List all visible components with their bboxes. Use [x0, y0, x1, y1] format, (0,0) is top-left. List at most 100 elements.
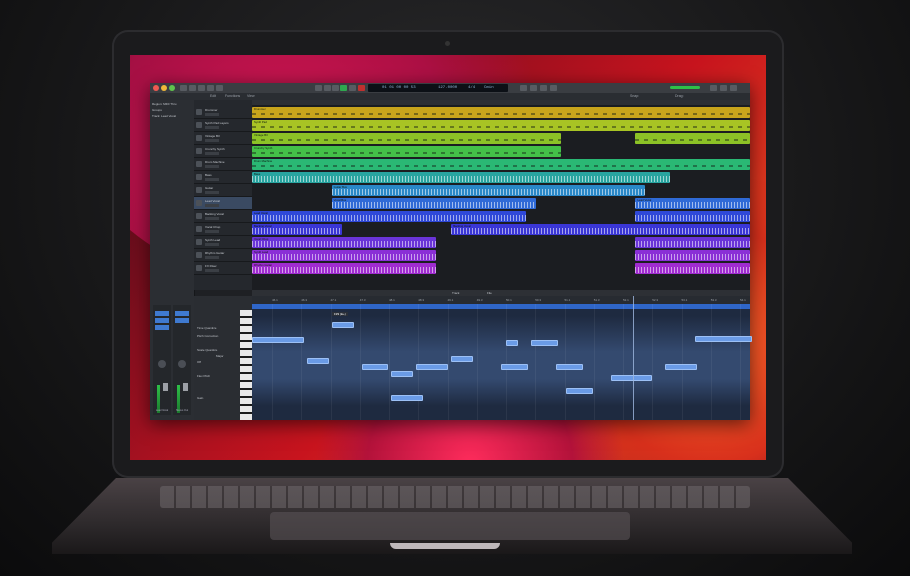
scale-off-value[interactable]: Off	[197, 360, 201, 364]
pitch-note[interactable]	[505, 340, 518, 346]
pitch-note[interactable]	[665, 363, 698, 370]
loop-browser-button[interactable]	[720, 85, 727, 91]
mute-solo-buttons[interactable]	[205, 204, 219, 207]
tuner-button[interactable]	[520, 85, 527, 91]
notepad-button[interactable]	[710, 85, 717, 91]
track-region[interactable]	[635, 237, 750, 248]
inspector-track-row[interactable]: Track: Lead Vocal	[152, 114, 192, 118]
track-header[interactable]: Guitar	[194, 184, 252, 197]
plugin-slot[interactable]	[155, 325, 169, 330]
track-region[interactable]: Vocal Bus	[331, 198, 536, 209]
smart-controls-button[interactable]	[216, 85, 223, 91]
lcd-display[interactable]: 01 01 00 00 53 127.0000 4/4 Cmin	[368, 84, 508, 92]
master-volume-slider[interactable]	[670, 86, 700, 89]
zoom-button[interactable]	[169, 85, 175, 91]
pitch-note[interactable]	[610, 375, 653, 382]
toolbar-button[interactable]	[207, 85, 214, 91]
pitch-note[interactable]	[565, 388, 593, 395]
track-region[interactable]: Backing Vocal	[451, 224, 750, 235]
track-header[interactable]: Synth Pad Layers	[194, 119, 252, 132]
volume-fader[interactable]	[183, 383, 188, 391]
track-region[interactable]: Rhythm Guitar	[252, 263, 437, 274]
tab-track[interactable]: Track	[452, 291, 459, 295]
tab-file[interactable]: File	[487, 291, 492, 295]
mute-solo-buttons[interactable]	[205, 126, 219, 129]
metronome-button[interactable]	[550, 85, 557, 91]
pitch-note[interactable]	[391, 395, 424, 402]
scale-major-value[interactable]: Major	[216, 354, 224, 358]
mute-solo-buttons[interactable]	[205, 191, 219, 194]
inspector-button[interactable]	[189, 85, 196, 91]
track-header[interactable]: Vocal Chop	[194, 223, 252, 236]
track-region[interactable]: Vocal Chop	[252, 237, 437, 248]
pan-knob[interactable]	[158, 360, 166, 368]
pitch-note[interactable]	[451, 355, 474, 362]
track-region[interactable]: Synth Pad	[252, 120, 750, 131]
stop-button[interactable]	[332, 85, 339, 91]
track-header[interactable]: Drum Machine	[194, 158, 252, 171]
minimize-button[interactable]	[161, 85, 167, 91]
functions-menu[interactable]: Functions	[225, 94, 240, 99]
library-button[interactable]	[180, 85, 187, 91]
track-region[interactable]: Vintage B3	[252, 133, 561, 144]
track-header[interactable]: Rhythm Guitar	[194, 249, 252, 262]
mute-solo-buttons[interactable]	[205, 269, 219, 272]
mute-solo-buttons[interactable]	[205, 256, 219, 259]
cycle-button[interactable]	[349, 85, 356, 91]
mute-solo-buttons[interactable]	[205, 139, 219, 142]
eq-slot[interactable]	[175, 318, 189, 323]
track-region[interactable]: Lead Vocal	[635, 198, 750, 209]
mute-solo-buttons[interactable]	[205, 113, 219, 116]
track-region[interactable]	[635, 263, 750, 274]
inspector-region-row[interactable]: Region: MIDI Thru	[152, 102, 192, 106]
gain-label[interactable]: Gain	[197, 396, 203, 400]
browser-button[interactable]	[730, 85, 737, 91]
pitch-note[interactable]	[530, 340, 558, 346]
track-region[interactable]	[635, 133, 750, 144]
pitch-correction-label[interactable]: Pitch Correction	[197, 334, 218, 338]
pan-knob[interactable]	[178, 360, 186, 368]
pitch-note[interactable]	[555, 363, 583, 370]
track-region[interactable]: Drummer	[252, 107, 750, 118]
flex-pitch-label[interactable]: Flex Pitch	[197, 374, 210, 378]
mute-solo-buttons[interactable]	[205, 230, 219, 233]
tracks-area[interactable]: Drummer Synth Pad Vintage B3 Crunchy Synth D…	[252, 100, 750, 290]
editor-region-bar[interactable]	[252, 304, 750, 309]
track-region[interactable]: Lead Vocal	[252, 211, 526, 222]
close-button[interactable]	[153, 85, 159, 91]
track-header[interactable]: Crunchy Synth	[194, 145, 252, 158]
track-region[interactable]	[635, 211, 750, 222]
pitch-note[interactable]	[391, 370, 414, 377]
track-region[interactable]: Backing Vocal	[252, 224, 342, 235]
solo-button[interactable]	[530, 85, 537, 91]
pitch-note[interactable]	[501, 363, 528, 370]
play-button[interactable]	[340, 85, 347, 91]
track-header[interactable]: Backing Vocal	[194, 210, 252, 223]
mute-solo-buttons[interactable]	[205, 152, 219, 155]
mute-solo-buttons[interactable]	[205, 243, 219, 246]
editor-ruler[interactable]: 46.1 46.3 47.1 47.3 48.1 48.3 49.1 49.3 50.1 50.3…	[252, 296, 750, 304]
track-region[interactable]: Crunchy Synth	[252, 146, 561, 157]
track-header[interactable]: FX Riser	[194, 262, 252, 275]
track-region[interactable]: Synth Lead	[252, 250, 437, 261]
pitch-note[interactable]	[252, 337, 304, 344]
track-header[interactable]: Bass	[194, 171, 252, 184]
eq-slot[interactable]	[155, 318, 169, 323]
mute-solo-buttons[interactable]	[205, 165, 219, 168]
pitch-note[interactable]	[361, 363, 389, 370]
track-region[interactable]: Guitar Bus	[331, 185, 646, 196]
track-region[interactable]: Drum Machine	[252, 159, 750, 170]
track-header[interactable]: Synth Lead	[194, 236, 252, 249]
volume-fader[interactable]	[163, 383, 168, 391]
setting-slot[interactable]	[175, 311, 189, 316]
playhead[interactable]	[632, 296, 634, 420]
bar-ruler[interactable]	[252, 100, 750, 105]
track-region[interactable]: Bass	[252, 172, 671, 183]
edit-menu[interactable]: Edit	[210, 94, 216, 99]
pitch-note[interactable]	[331, 322, 354, 329]
view-menu[interactable]: View	[247, 94, 255, 99]
track-region[interactable]	[635, 250, 750, 261]
rewind-button[interactable]	[315, 85, 322, 91]
inspector-groups-row[interactable]: Groups	[152, 108, 192, 112]
record-button[interactable]	[358, 85, 365, 91]
